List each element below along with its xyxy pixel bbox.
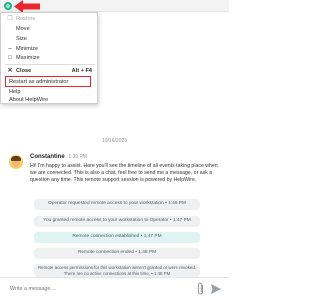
menu-item-move[interactable]: Move	[1, 24, 99, 34]
message-input[interactable]	[10, 284, 190, 294]
send-icon[interactable]	[210, 283, 222, 295]
menu-item-about[interactable]: About HelpWire	[1, 95, 99, 105]
event-access-granted: You granted remote access to your workst…	[34, 216, 200, 227]
chat-message: Hi! I'm happy to assist. Here you'll see…	[30, 163, 218, 183]
menu-item-restore: ❐ Restore	[7, 16, 36, 22]
sender-name: Constantine	[30, 154, 65, 160]
menu-item-size[interactable]: Size	[1, 34, 99, 44]
menu-item-restart-as-administrator[interactable]: Restart as administrator	[1, 77, 99, 87]
close-shortcut: Alt + F4	[71, 68, 92, 74]
menu-item-maximize[interactable]: □ Maximize	[1, 53, 99, 63]
sender-line: Constantine 1:39 PM	[30, 154, 87, 160]
title-bar	[0, 0, 229, 13]
avatar-hair	[11, 156, 21, 161]
message-time: 1:39 PM	[68, 154, 87, 160]
chat-date: 10/16/2023	[101, 138, 128, 144]
event-connection-established: Remote connection established • 1:47 PM	[34, 232, 200, 243]
event-permissions-revoked: Remote access permissions for this works…	[34, 264, 200, 277]
message-input-bar	[0, 277, 229, 300]
avatar	[9, 155, 23, 169]
menu-item-close[interactable]: ✕ Close Alt + F4	[1, 66, 99, 76]
menu-divider	[5, 64, 95, 65]
window-system-menu: ❐ Restore Move Size – Minimize □ Maximiz…	[0, 12, 98, 104]
event-access-requested: Operator requested remote access to your…	[34, 199, 200, 210]
restore-icon: ❐	[7, 16, 13, 22]
attachment-icon[interactable]	[196, 282, 206, 296]
event-connection-ended: Remote connection ended • 1:48 PM	[34, 248, 200, 259]
helpwire-app-icon[interactable]	[4, 2, 12, 10]
close-icon: ✕	[7, 68, 13, 74]
maximize-icon: □	[8, 55, 12, 61]
